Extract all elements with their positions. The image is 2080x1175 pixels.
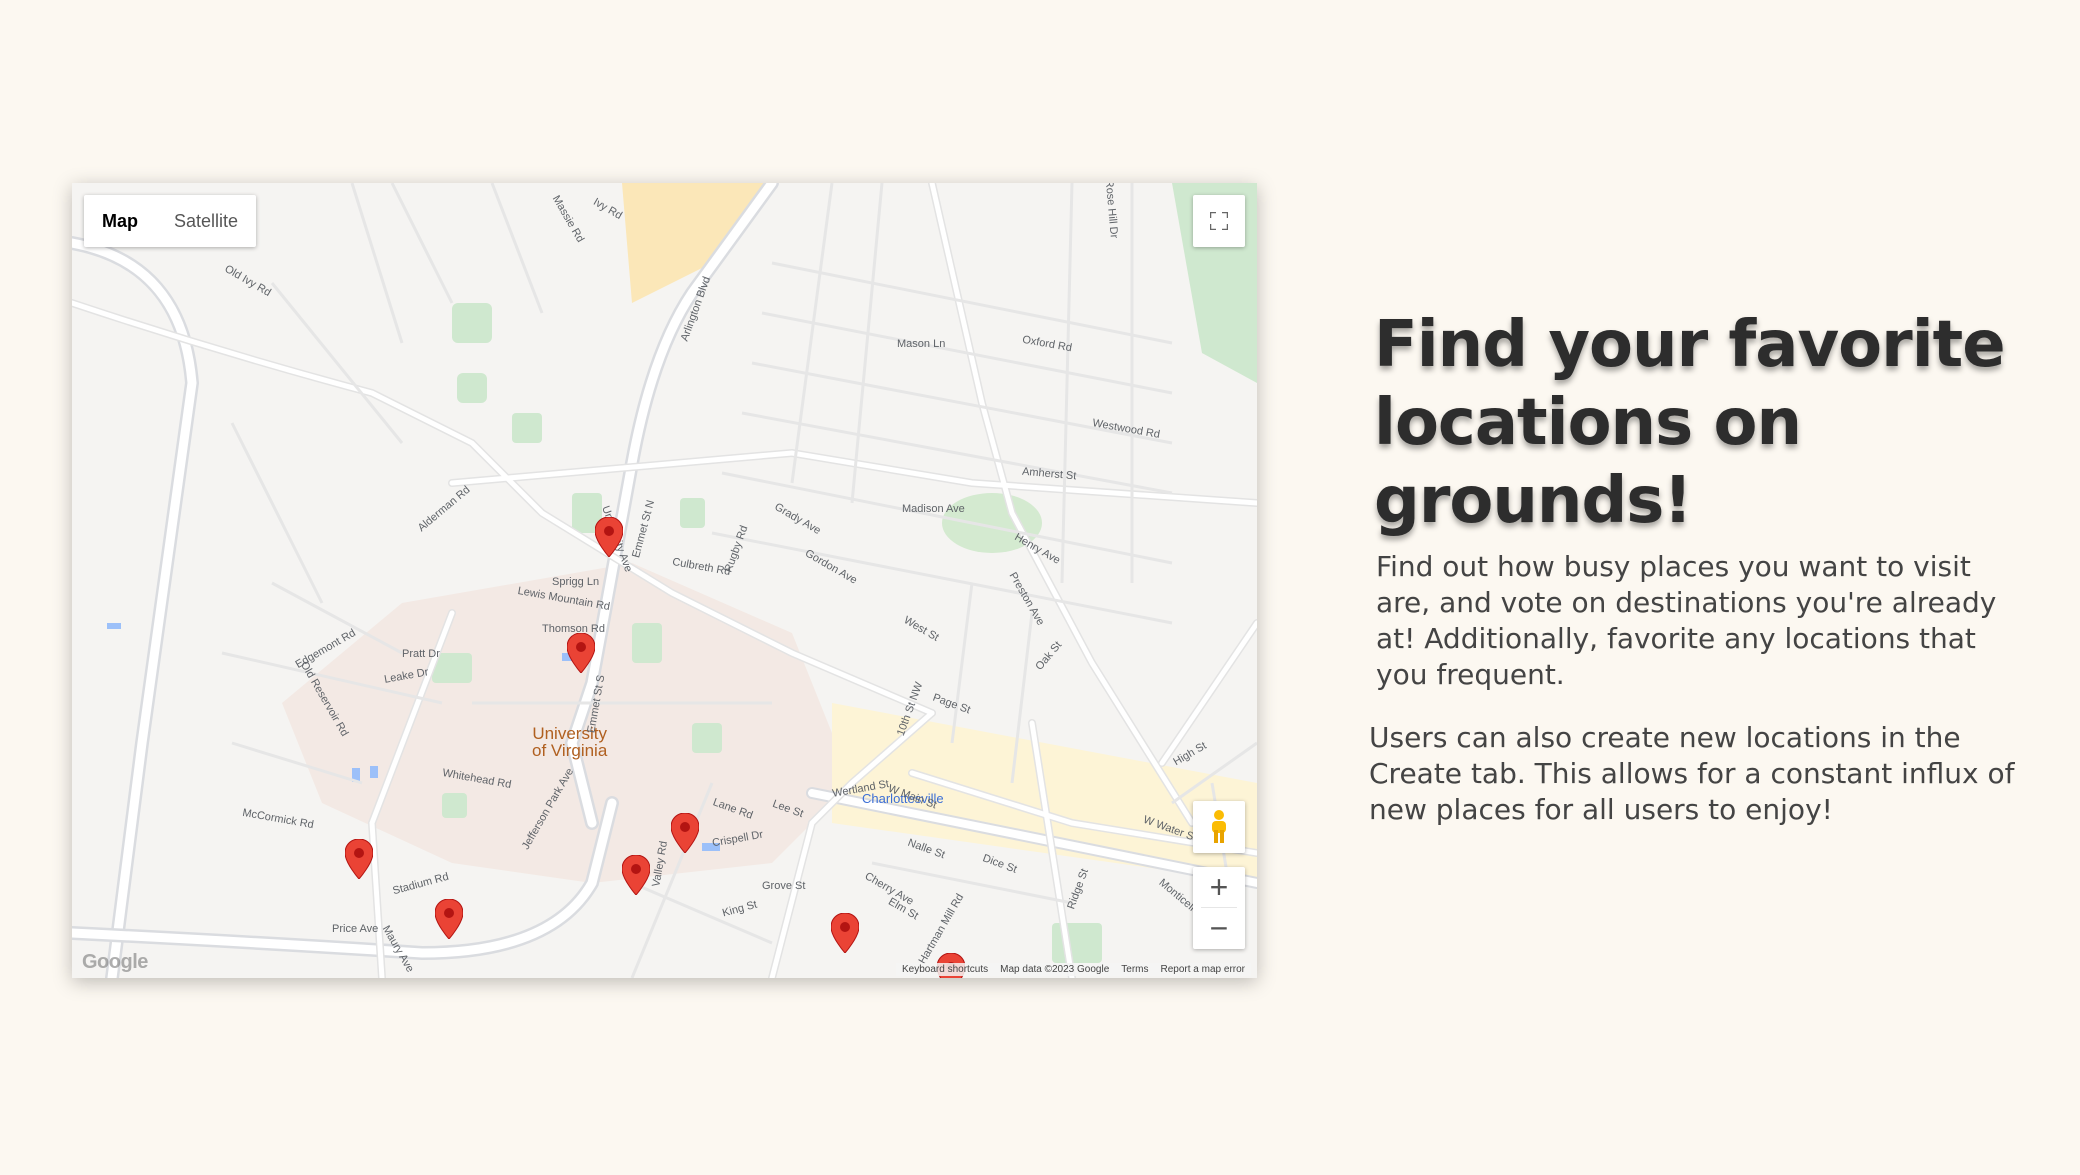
- google-logo[interactable]: Google: [82, 951, 148, 974]
- intro-paragraph: Find out how busy places you want to vis…: [1376, 550, 1997, 691]
- map-attribution: Keyboard shortcuts Map data ©2023 Google…: [895, 963, 1251, 976]
- map-data-text: Map data ©2023 Google: [1000, 964, 1110, 975]
- zoom-in-button[interactable]: +: [1193, 867, 1245, 907]
- street-view-pegman-button[interactable]: [1193, 801, 1245, 853]
- road-label: Grove St: [762, 880, 806, 892]
- map-type-map-button[interactable]: Map: [84, 195, 156, 247]
- road-label: Price Ave: [332, 923, 379, 935]
- zoom-control: + −: [1193, 867, 1245, 949]
- zoom-out-button[interactable]: −: [1193, 908, 1245, 948]
- fullscreen-button[interactable]: [1193, 195, 1245, 247]
- map-type-control: Map Satellite: [84, 195, 257, 247]
- road-label: Sprigg Ln: [552, 576, 600, 588]
- terms-link[interactable]: Terms: [1121, 964, 1148, 975]
- location-marker[interactable]: [595, 517, 623, 557]
- road-label: Mason Ln: [897, 338, 946, 350]
- road-label: Pratt Dr: [402, 648, 440, 660]
- location-marker[interactable]: [567, 633, 595, 673]
- create-info-paragraph: Users can also create new locations in t…: [1369, 721, 2015, 826]
- location-marker[interactable]: [831, 913, 859, 953]
- location-marker[interactable]: [345, 839, 373, 879]
- location-marker[interactable]: [622, 855, 650, 895]
- map-panel[interactable]: University of Virginia Charlottesville O…: [72, 183, 1257, 978]
- keyboard-shortcuts-link[interactable]: Keyboard shortcuts: [902, 964, 988, 975]
- location-marker[interactable]: [671, 813, 699, 853]
- report-map-error-link[interactable]: Report a map error: [1161, 964, 1245, 975]
- page-heading: Find your favorite locations on grounds!: [1374, 308, 2006, 538]
- location-marker[interactable]: [435, 899, 463, 939]
- map-type-satellite-button[interactable]: Satellite: [156, 195, 256, 247]
- road-label: Madison Ave: [902, 503, 965, 515]
- pegman-icon: [1212, 810, 1226, 843]
- fullscreen-icon: [1210, 212, 1228, 230]
